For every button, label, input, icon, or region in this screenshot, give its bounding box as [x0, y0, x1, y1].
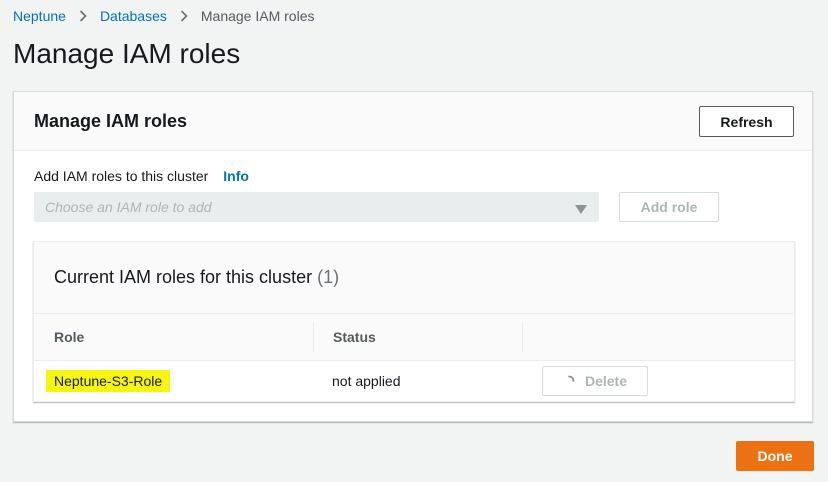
table-title: Current IAM roles for this cluster (1) [54, 267, 339, 288]
panel-header: Manage IAM roles Refresh [14, 92, 812, 151]
delete-button[interactable]: Delete [542, 366, 648, 396]
add-role-button[interactable]: Add role [619, 192, 719, 222]
chevron-right-icon [180, 10, 188, 22]
breadcrumb-neptune[interactable]: Neptune [13, 8, 66, 24]
spinner-icon [563, 375, 575, 387]
column-divider [313, 322, 314, 352]
breadcrumb: Neptune Databases Manage IAM roles [13, 8, 314, 24]
iam-role-select[interactable]: Choose an IAM role to add [34, 192, 599, 222]
role-cell: Neptune-S3-Role [46, 361, 171, 401]
current-roles-table: Current IAM roles for this cluster (1) R… [33, 241, 795, 402]
iam-role-select-placeholder: Choose an IAM role to add [45, 199, 212, 215]
role-name-link[interactable]: Neptune-S3-Role [46, 370, 171, 392]
page-title: Manage IAM roles [13, 38, 241, 69]
table-title-text: Current IAM roles for this cluster [54, 267, 313, 287]
column-divider [522, 322, 523, 352]
status-cell: not applied [332, 373, 401, 389]
caret-down-icon [575, 202, 587, 218]
delete-button-label: Delete [584, 373, 628, 389]
panel-title: Manage IAM roles [34, 111, 188, 131]
add-roles-label: Add IAM roles to this cluster [34, 168, 209, 184]
done-button[interactable]: Done [736, 441, 814, 471]
table-heading: Current IAM roles for this cluster (1) [34, 242, 794, 314]
refresh-button[interactable]: Refresh [699, 106, 794, 137]
manage-iam-roles-panel: Manage IAM roles Refresh Add IAM roles t… [13, 91, 813, 422]
table-count: (1) [317, 267, 340, 287]
column-header-role[interactable]: Role [54, 314, 84, 360]
breadcrumb-current: Manage IAM roles [200, 8, 315, 24]
table-header: Role Status [34, 314, 794, 361]
add-roles-label-row: Add IAM roles to this cluster Info [34, 168, 249, 184]
table-row: Neptune-S3-Role not applied Delete [34, 361, 794, 401]
info-link[interactable]: Info [223, 168, 249, 184]
breadcrumb-databases[interactable]: Databases [100, 8, 167, 24]
chevron-right-icon [79, 10, 87, 22]
column-header-status[interactable]: Status [333, 314, 376, 360]
